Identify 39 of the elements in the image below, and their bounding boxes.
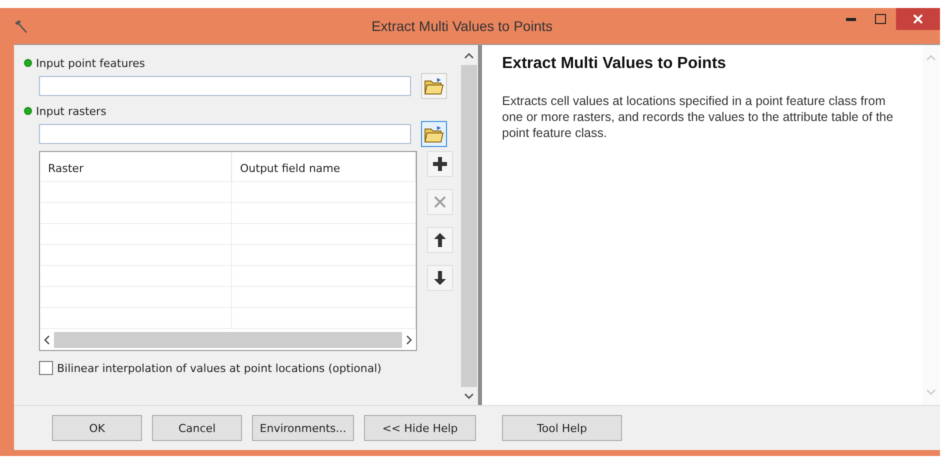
chevron-down-icon [464,393,474,399]
column-header: Raster [40,152,232,182]
vertical-scrollbar[interactable] [922,45,940,405]
down-button[interactable] [427,265,453,291]
checkbox-label: Bilinear interpolation of values at point locations (optional) [57,362,382,374]
plus-icon [433,157,447,171]
folder-icon [424,125,444,143]
chevron-down-icon [926,389,936,395]
input-field[interactable] [39,76,411,96]
chevron-right-icon [406,335,412,345]
close-icon [912,14,923,24]
maximize-icon [875,14,886,24]
dialog-button[interactable]: Cancel [152,415,242,441]
chevron-left-icon [44,335,50,345]
dialog-button[interactable]: Environments... [252,415,354,441]
add-button[interactable] [427,151,453,177]
field-label: Input point features [36,56,145,70]
chevron-up-icon [464,53,474,59]
dialog-button[interactable]: << Hide Help [364,415,476,441]
up-button[interactable] [427,227,453,253]
help-title: Extract Multi Values to Points [502,55,728,73]
field-label: Input rasters [36,104,106,118]
window-title: Extract Multi Values to Points [370,18,553,34]
arrow-down-icon [434,271,446,285]
minimize-icon [846,17,856,21]
column-header: Output field name [232,152,416,182]
chevron-up-icon [926,55,936,61]
tool-help-button[interactable]: Tool Help [502,415,622,441]
browse-button[interactable] [421,121,447,147]
close-icon [434,196,446,208]
folder-icon [424,77,444,95]
browse-button[interactable] [421,73,447,99]
dialog-button[interactable]: OK [52,415,142,441]
checkbox[interactable] [39,361,53,375]
hammer-icon [14,19,28,33]
help-description: Extracts cell values at locations specified in a point feature class from one or more rasters, and records the values to the attribute table of the point feature class. [502,93,894,141]
close-button[interactable] [896,8,940,30]
arrow-up-icon [434,233,446,247]
input-field[interactable] [39,124,411,144]
